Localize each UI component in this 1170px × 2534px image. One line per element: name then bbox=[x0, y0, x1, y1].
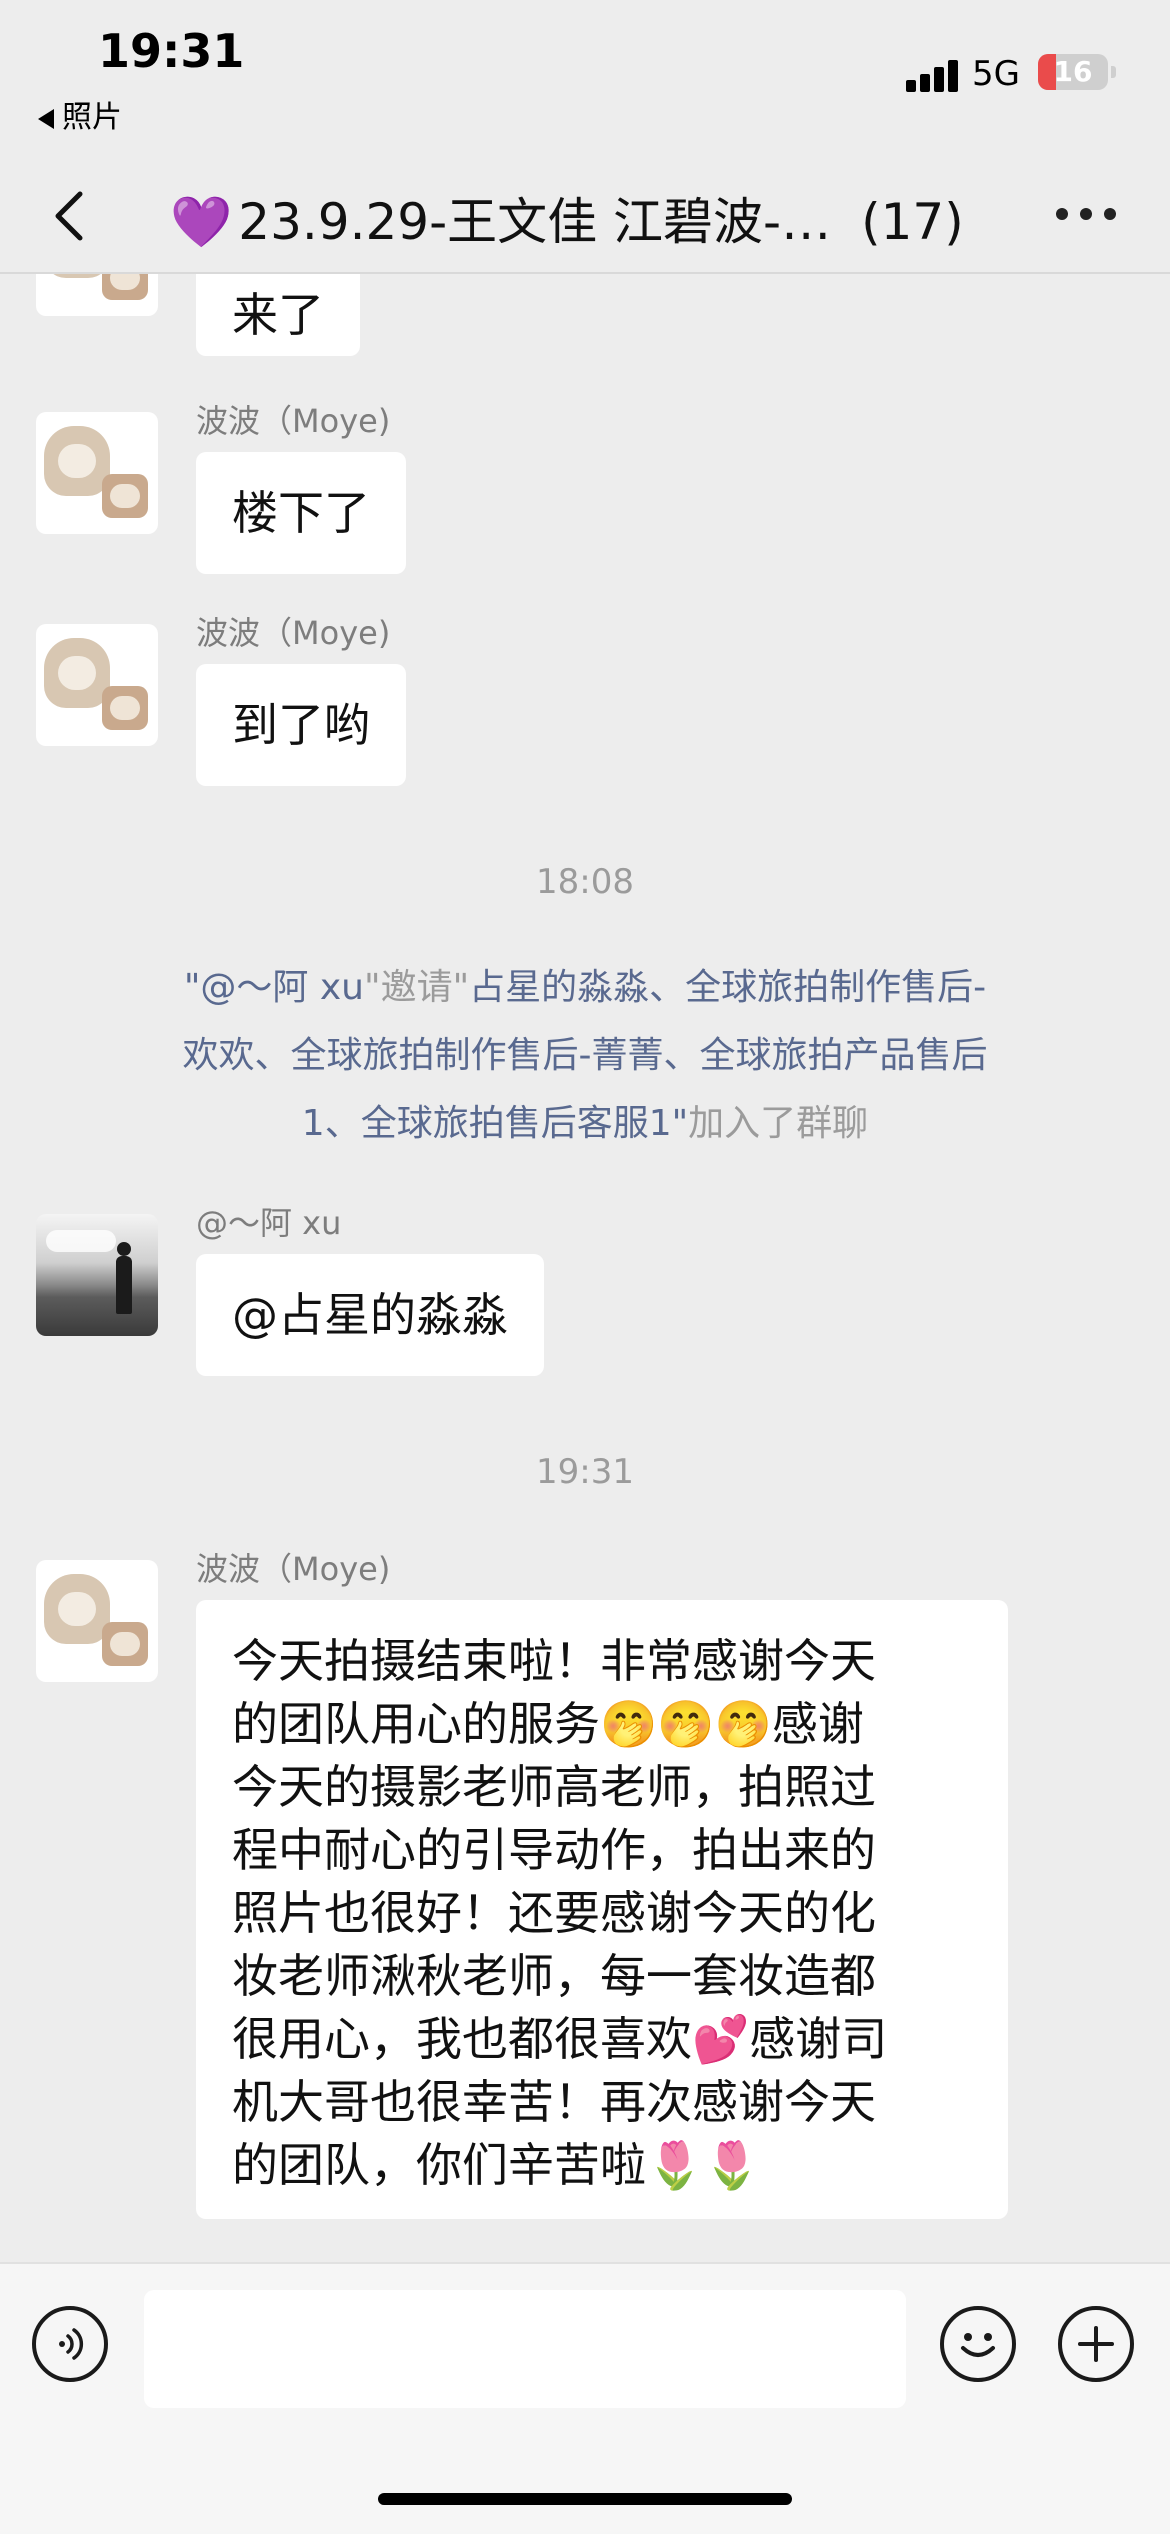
message-list[interactable]: 来了 波波（Moye) 楼下了 波波（Moye) 到了哟 18:08 "@～阿 … bbox=[0, 274, 1170, 2260]
avatar[interactable] bbox=[36, 624, 158, 746]
more-options-icon[interactable] bbox=[1056, 208, 1116, 222]
message-bubble[interactable]: 今天拍摄结束啦！非常感谢今天 的团队用心的服务🤭🤭🤭感谢 今天的摄影老师高老师，… bbox=[196, 1600, 1008, 2219]
network-type: 5G bbox=[972, 54, 1020, 94]
sender-name: @～阿 xu bbox=[196, 1204, 342, 1242]
invitee-links[interactable]: 欢欢、全球旅拍制作售后-菁菁、全球旅拍产品售后 bbox=[50, 1022, 1120, 1090]
back-to-app-link[interactable]: 照片 bbox=[38, 92, 122, 136]
message-line: 很用心，我也都很喜欢💕感谢司 bbox=[232, 2012, 888, 2066]
plus-icon[interactable] bbox=[1058, 2306, 1134, 2382]
message-line: 今天拍摄结束啦！非常感谢今天 bbox=[232, 1634, 876, 1688]
avatar[interactable] bbox=[36, 412, 158, 534]
message-bubble[interactable]: 到了哟 bbox=[196, 664, 406, 786]
chat-title[interactable]: 💜 23.9.29-王文佳 江碧波-… (17) bbox=[170, 182, 1030, 254]
back-app-label: 照片 bbox=[62, 100, 122, 135]
message-bubble[interactable]: 楼下了 bbox=[196, 452, 406, 574]
emoji-icon[interactable] bbox=[940, 2306, 1016, 2382]
group-name: 23.9.29-王文佳 江碧波-… bbox=[238, 193, 832, 251]
home-indicator[interactable] bbox=[378, 2493, 792, 2505]
timestamp: 18:08 bbox=[536, 862, 634, 902]
message-line: 程中耐心的引导动作，拍出来的 bbox=[232, 1823, 876, 1877]
avatar[interactable] bbox=[36, 1214, 158, 1336]
battery-icon: 16 bbox=[1038, 54, 1108, 90]
sender-name: 波波（Moye) bbox=[196, 1550, 391, 1588]
message-line: 今天的摄影老师高老师，拍照过 bbox=[232, 1760, 876, 1814]
status-bar: 19:31 照片 5G 16 bbox=[0, 0, 1170, 160]
message-input[interactable] bbox=[144, 2290, 906, 2408]
invitee-links[interactable]: 占星的淼淼、全球旅拍制作售后- bbox=[469, 967, 986, 1008]
battery-level: 16 bbox=[1053, 55, 1093, 88]
sender-name: 波波（Moye) bbox=[196, 614, 391, 652]
cellular-signal-icon bbox=[906, 58, 958, 92]
status-time: 19:31 bbox=[98, 24, 245, 78]
back-triangle-icon bbox=[38, 108, 54, 129]
member-count: (17) bbox=[861, 193, 964, 251]
message-line: 的团队用心的服务🤭🤭🤭感谢 bbox=[232, 1697, 864, 1751]
message-line: 机大哥也很幸苦！再次感谢今天 bbox=[232, 2075, 876, 2129]
invitee-links[interactable]: 1、全球旅拍售后客服1 bbox=[302, 1103, 672, 1144]
inviter-link[interactable]: @～阿 xu bbox=[200, 967, 364, 1008]
message-line: 妆老师湫秋老师，每一套妆造都 bbox=[232, 1949, 876, 2003]
system-notice: "@～阿 xu"邀请"占星的淼淼、全球旅拍制作售后- 欢欢、全球旅拍制作售后-菁… bbox=[50, 954, 1120, 1158]
message-line: 的团队，你们辛苦啦🌷🌷 bbox=[232, 2138, 761, 2192]
message-bubble[interactable]: @占星的淼淼 bbox=[196, 1254, 544, 1376]
purple-heart-icon: 💜 bbox=[170, 193, 233, 251]
message-bubble[interactable]: 来了 bbox=[196, 274, 360, 356]
chat-header: 💜 23.9.29-王文佳 江碧波-… (17) bbox=[0, 160, 1170, 274]
voice-input-icon[interactable] bbox=[32, 2306, 108, 2382]
avatar[interactable] bbox=[36, 274, 158, 316]
sender-name: 波波（Moye) bbox=[196, 402, 391, 440]
avatar[interactable] bbox=[36, 1560, 158, 1682]
timestamp: 19:31 bbox=[536, 1452, 634, 1492]
back-chevron-icon[interactable] bbox=[50, 188, 90, 244]
message-line: 照片也很好！还要感谢今天的化 bbox=[232, 1886, 876, 1940]
